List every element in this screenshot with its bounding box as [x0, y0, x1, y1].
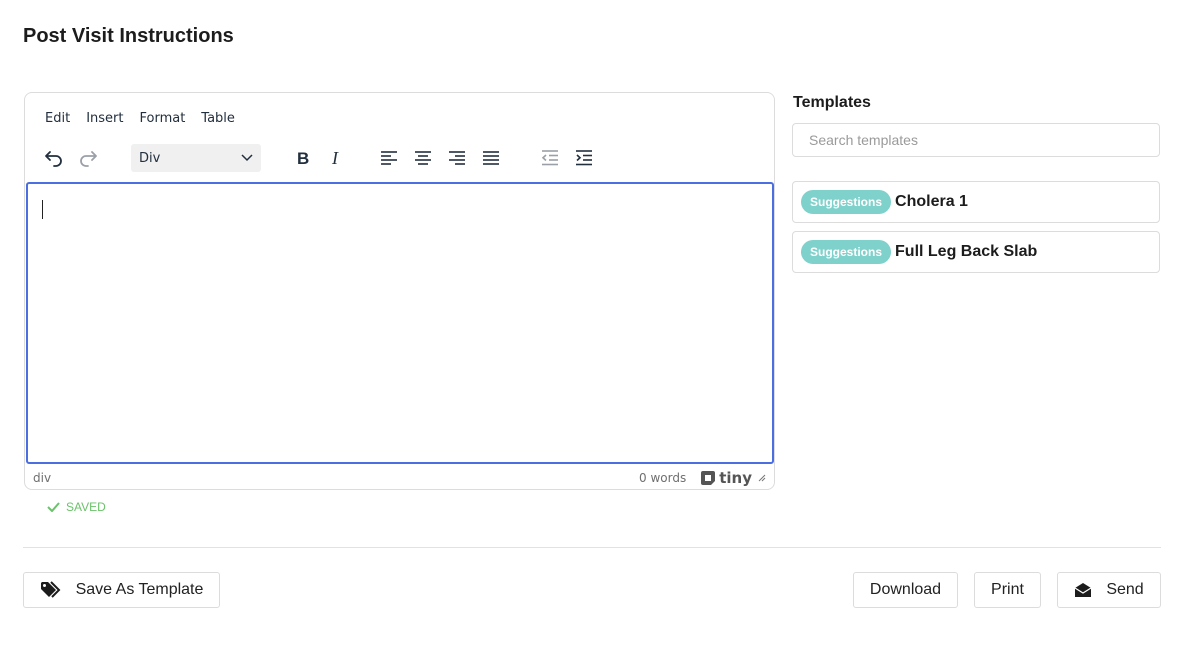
template-name: Cholera 1 [895, 193, 968, 210]
editor-menubar: Edit Insert Format Table [37, 109, 243, 129]
bold-button[interactable]: B [286, 143, 320, 173]
template-item-full-leg-back-slab[interactable]: Suggestions Full Leg Back Slab [792, 231, 1160, 273]
saved-indicator: SAVED [47, 500, 106, 514]
block-format-select[interactable]: Div [131, 144, 261, 172]
envelope-open-icon [1074, 583, 1092, 597]
italic-button[interactable]: I [320, 143, 354, 173]
download-button[interactable]: Download [853, 572, 958, 608]
send-button[interactable]: Send [1057, 572, 1161, 608]
align-center-icon [415, 151, 431, 165]
bold-icon: B [297, 149, 309, 168]
save-as-template-label: Save As Template [75, 581, 204, 598]
redo-button[interactable] [71, 143, 105, 173]
tags-icon [40, 581, 61, 598]
undo-button[interactable] [37, 143, 71, 173]
menu-table[interactable]: Table [193, 109, 243, 129]
svg-text:B: B [297, 149, 309, 168]
block-format-value: Div [139, 150, 161, 166]
resize-handle-icon[interactable] [758, 474, 766, 482]
indent-icon [576, 150, 592, 166]
template-item-cholera-1[interactable]: Suggestions Cholera 1 [792, 181, 1160, 223]
tiny-logo[interactable]: tiny [700, 469, 752, 487]
suggestions-badge: Suggestions [801, 240, 892, 264]
indent-button[interactable] [567, 143, 601, 173]
templates-heading: Templates [793, 94, 871, 111]
save-as-template-button[interactable]: Save As Template [23, 572, 220, 608]
page-title: Post Visit Instructions [23, 25, 234, 47]
print-label: Print [991, 581, 1024, 598]
italic-icon: I [331, 148, 339, 168]
chevron-down-icon [241, 154, 253, 162]
editor-toolbar: Div B I [37, 143, 601, 173]
check-icon [47, 502, 60, 512]
send-label: Send [1106, 581, 1144, 598]
menu-insert[interactable]: Insert [78, 109, 131, 129]
print-button[interactable]: Print [974, 572, 1041, 608]
menu-edit[interactable]: Edit [37, 109, 78, 129]
word-count[interactable]: 0 words [639, 471, 686, 485]
align-left-button[interactable] [372, 143, 406, 173]
align-left-icon [381, 151, 397, 165]
align-center-button[interactable] [406, 143, 440, 173]
element-path[interactable]: div [33, 471, 639, 485]
suggestions-badge: Suggestions [801, 190, 892, 214]
template-search-input[interactable] [792, 123, 1160, 157]
outdent-button[interactable] [533, 143, 567, 173]
outdent-icon [541, 150, 558, 166]
tiny-brand-text: tiny [719, 469, 752, 487]
align-right-icon [449, 151, 465, 165]
text-caret [42, 200, 43, 219]
justify-icon [483, 151, 499, 165]
section-divider [23, 547, 1161, 548]
svg-text:I: I [331, 148, 339, 168]
saved-label: SAVED [66, 500, 106, 514]
editor-statusbar: div 0 words tiny [25, 467, 774, 489]
menu-format[interactable]: Format [131, 109, 193, 129]
redo-icon [80, 151, 97, 167]
rich-text-editor: Edit Insert Format Table Div B I div 0 w… [24, 92, 775, 490]
undo-icon [45, 151, 62, 167]
align-right-button[interactable] [440, 143, 474, 173]
editor-content-area[interactable] [26, 182, 774, 464]
justify-button[interactable] [474, 143, 508, 173]
tiny-brand-icon [701, 471, 716, 485]
template-name: Full Leg Back Slab [895, 243, 1038, 260]
download-label: Download [869, 581, 942, 598]
